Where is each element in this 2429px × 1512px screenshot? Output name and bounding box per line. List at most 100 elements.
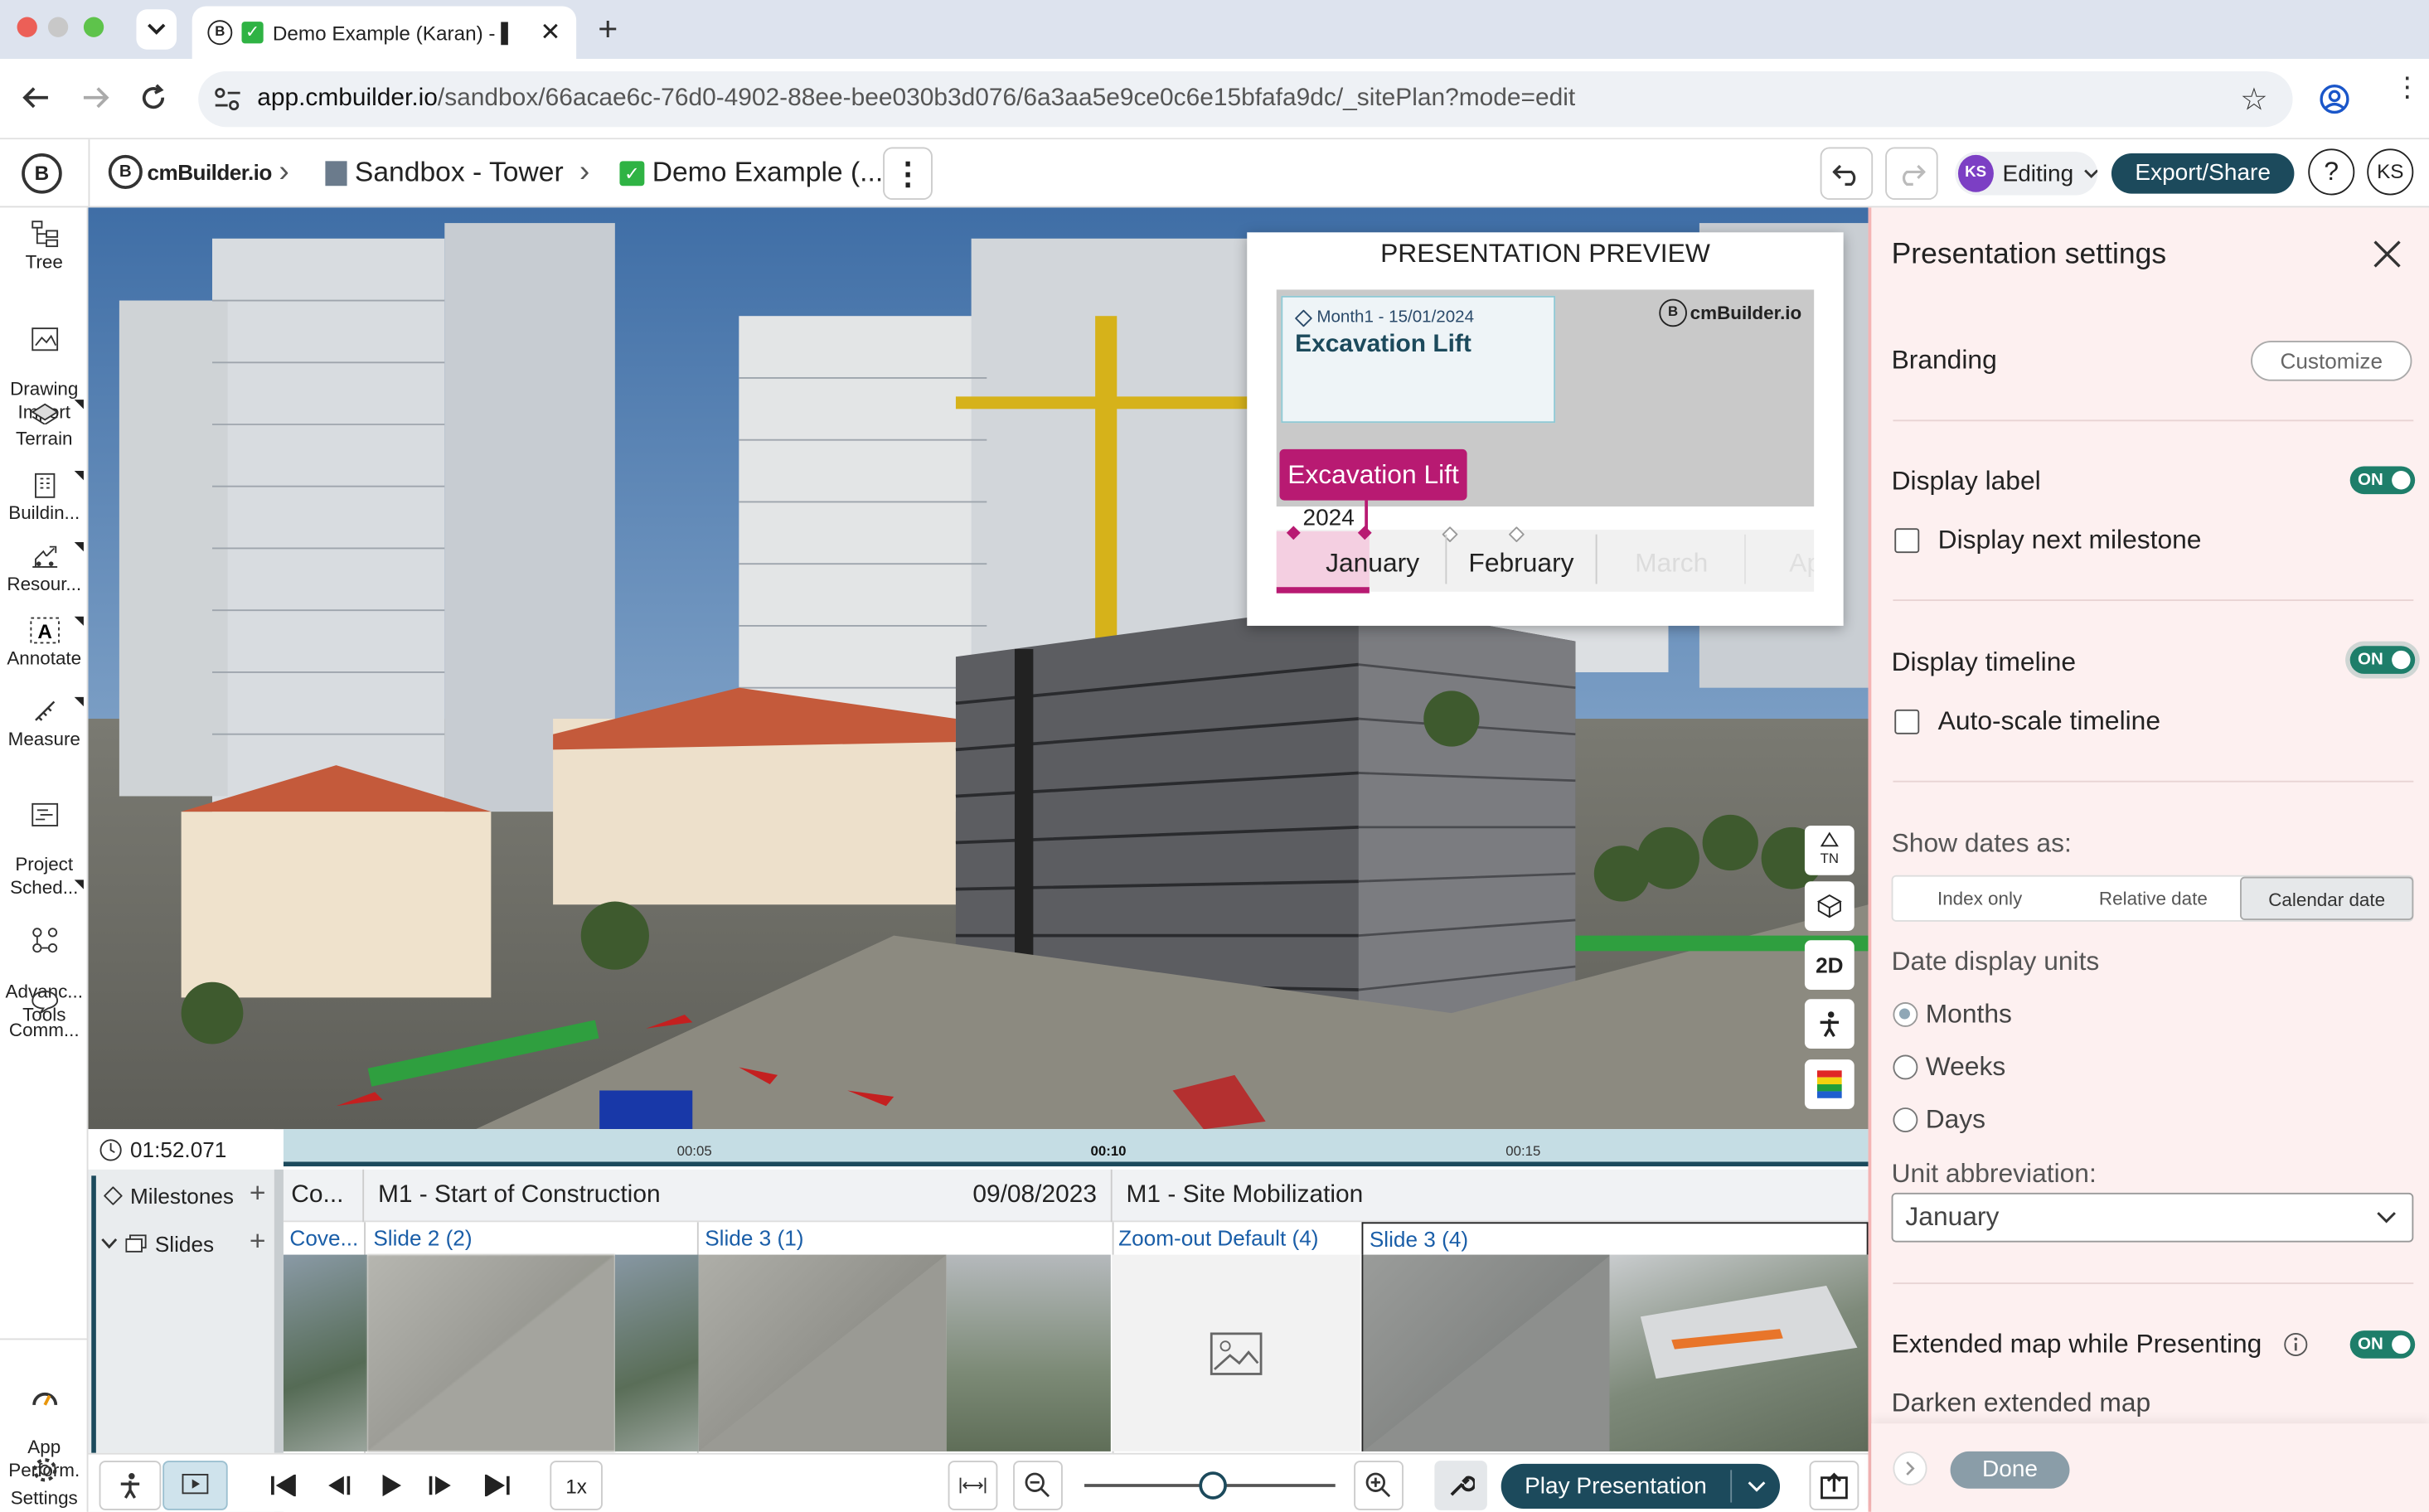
browser-tab[interactable]: B ✓ Demo Example (Karan) - ▌ ✕: [192, 6, 577, 60]
milestone-cell[interactable]: Co...: [284, 1169, 365, 1223]
close-icon[interactable]: [2373, 240, 2402, 269]
milestones-track-label[interactable]: Milestones: [104, 1184, 234, 1209]
slide-label[interactable]: Cove...: [289, 1225, 358, 1250]
display-timeline-toggle[interactable]: ON: [2349, 646, 2416, 674]
milestone-cell[interactable]: M1 - Site Mobilization: [1113, 1170, 1869, 1223]
speed-button[interactable]: 1x: [550, 1461, 603, 1510]
redo-button[interactable]: [1885, 147, 1938, 201]
help-button[interactable]: ?: [2308, 148, 2355, 196]
fit-timeline-button[interactable]: [948, 1461, 998, 1510]
add-slide-button[interactable]: +: [250, 1225, 266, 1258]
auto-scale-timeline-checkbox[interactable]: [1894, 709, 1920, 734]
slide-label[interactable]: Zoom-out Default (4): [1118, 1225, 1318, 1250]
export-frame-button[interactable]: [1809, 1461, 1859, 1510]
step-back-button[interactable]: [319, 1461, 356, 1510]
reload-icon[interactable]: [139, 84, 167, 112]
step-forward-icon: [429, 1476, 451, 1495]
segment-index-only[interactable]: Index only: [1893, 877, 2066, 920]
display-next-milestone-checkbox[interactable]: [1894, 528, 1920, 554]
play-button[interactable]: [373, 1461, 410, 1510]
expand-panel-button[interactable]: [1893, 1451, 1927, 1486]
extended-map-toggle[interactable]: ON: [2349, 1330, 2416, 1359]
sidebar-item-terrain[interactable]: Terrain: [0, 400, 89, 451]
segment-calendar-date[interactable]: Calendar date: [2240, 876, 2414, 920]
step-forward-button[interactable]: [423, 1461, 460, 1510]
play-options-dropdown[interactable]: [1732, 1464, 1780, 1509]
tab-search-button[interactable]: [136, 9, 177, 50]
slide-thumbnail[interactable]: [614, 1254, 699, 1451]
close-tab-icon[interactable]: ✕: [540, 17, 560, 48]
zoom-in-button[interactable]: [1354, 1461, 1404, 1510]
slide-thumbnail-placeholder[interactable]: [1112, 1254, 1360, 1451]
editing-mode-select[interactable]: KS Editing: [1955, 152, 2098, 196]
export-share-button[interactable]: Export/Share: [2111, 153, 2295, 194]
slide-label-selected[interactable]: Slide 3 (4): [1361, 1222, 1869, 1255]
add-milestone-button[interactable]: +: [250, 1177, 266, 1209]
sidebar-item-building[interactable]: Buildin...: [0, 471, 89, 525]
url-field[interactable]: app.cmbuilder.io/sandbox/66acae6c-76d0-4…: [198, 70, 2293, 128]
forward-arrow-icon[interactable]: [82, 85, 110, 110]
done-button[interactable]: Done: [1950, 1451, 2070, 1489]
skip-to-end-button[interactable]: [478, 1461, 518, 1510]
user-menu-button[interactable]: KS: [2367, 148, 2414, 196]
presentation-mode-button[interactable]: [162, 1461, 228, 1510]
time-ruler[interactable]: [283, 1129, 1869, 1162]
slide-thumbnail[interactable]: [366, 1254, 615, 1451]
sidebar-item-resources[interactable]: Resour...: [0, 542, 89, 596]
skip-to-start-button[interactable]: [264, 1461, 304, 1510]
browser-menu-icon[interactable]: ⋮: [2393, 73, 2422, 101]
milestone-marker-icon: [1509, 526, 1525, 543]
wrench-icon: [1450, 1476, 1475, 1496]
profile-icon[interactable]: [2319, 84, 2349, 114]
breadcrumb-plan[interactable]: ✓ Demo Example (...: [619, 157, 883, 189]
radio-days[interactable]: [1893, 1107, 1918, 1132]
north-button[interactable]: TN: [1804, 825, 1854, 875]
breadcrumb-project[interactable]: Sandbox - Tower: [325, 157, 564, 189]
new-tab-button[interactable]: +: [598, 9, 618, 50]
close-window-button[interactable]: [17, 17, 37, 37]
site-info-icon[interactable]: [214, 87, 242, 112]
customize-button[interactable]: Customize: [2251, 341, 2412, 381]
month-february: February: [1468, 548, 1574, 578]
view-cube-button[interactable]: [1804, 881, 1854, 932]
slides-track-label[interactable]: Slides: [100, 1232, 214, 1256]
radio-weeks[interactable]: [1893, 1054, 1918, 1080]
slide-thumbnail[interactable]: [283, 1254, 367, 1451]
slide-thumbnail[interactable]: [946, 1254, 1111, 1451]
slide-label[interactable]: Slide 3 (1): [705, 1225, 803, 1250]
zoom-slider-handle[interactable]: [1199, 1471, 1227, 1500]
milestone-cell[interactable]: M1 - Start of Construction 09/08/2023: [364, 1169, 1113, 1223]
slide-thumbnail[interactable]: [1609, 1254, 1869, 1451]
camera-walk-button[interactable]: [1804, 999, 1854, 1049]
app-logo-icon[interactable]: B: [22, 153, 62, 194]
slide-thumbnail[interactable]: [698, 1254, 947, 1451]
undo-button[interactable]: [1820, 147, 1874, 201]
play-presentation-button[interactable]: Play Presentation: [1501, 1464, 1731, 1509]
maximize-window-button[interactable]: [83, 17, 104, 37]
sidebar-item-comments[interactable]: Comm...: [0, 988, 89, 1042]
slide-thumbnail[interactable]: [1361, 1254, 1610, 1451]
radio-months[interactable]: [1893, 1001, 1918, 1027]
display-label-toggle[interactable]: ON: [2349, 466, 2416, 495]
bookmark-star-icon[interactable]: ☆: [2240, 80, 2268, 119]
sidebar-item-settings[interactable]: Settings: [0, 1456, 89, 1510]
segment-relative-date[interactable]: Relative date: [2067, 877, 2240, 920]
slide-label[interactable]: Slide 2 (2): [373, 1225, 472, 1250]
info-icon[interactable]: [2283, 1332, 2308, 1357]
2d-toggle-button[interactable]: 2D: [1804, 940, 1854, 991]
unit-abbreviation-select[interactable]: January: [1891, 1192, 2414, 1243]
minimize-window-button[interactable]: [47, 17, 69, 37]
sidebar-item-tree[interactable]: Tree: [0, 220, 89, 274]
sidebar-item-annotate[interactable]: A Annotate: [0, 616, 89, 671]
back-arrow-icon[interactable]: [22, 85, 50, 110]
more-options-button[interactable]: ⋮: [883, 147, 933, 201]
zoom-out-button[interactable]: [1013, 1461, 1063, 1510]
chevron-down-icon: [1747, 1481, 1765, 1492]
settings-tools-button[interactable]: [1434, 1461, 1487, 1510]
walk-mode-button[interactable]: [99, 1461, 162, 1510]
layers-button[interactable]: [1804, 1059, 1854, 1109]
sidebar-item-label: Tree: [25, 250, 63, 273]
presentation-icon: [182, 1473, 209, 1495]
sidebar-item-measure[interactable]: Measure: [0, 696, 89, 751]
brand-logo[interactable]: B cmBuilder.io: [108, 154, 272, 189]
